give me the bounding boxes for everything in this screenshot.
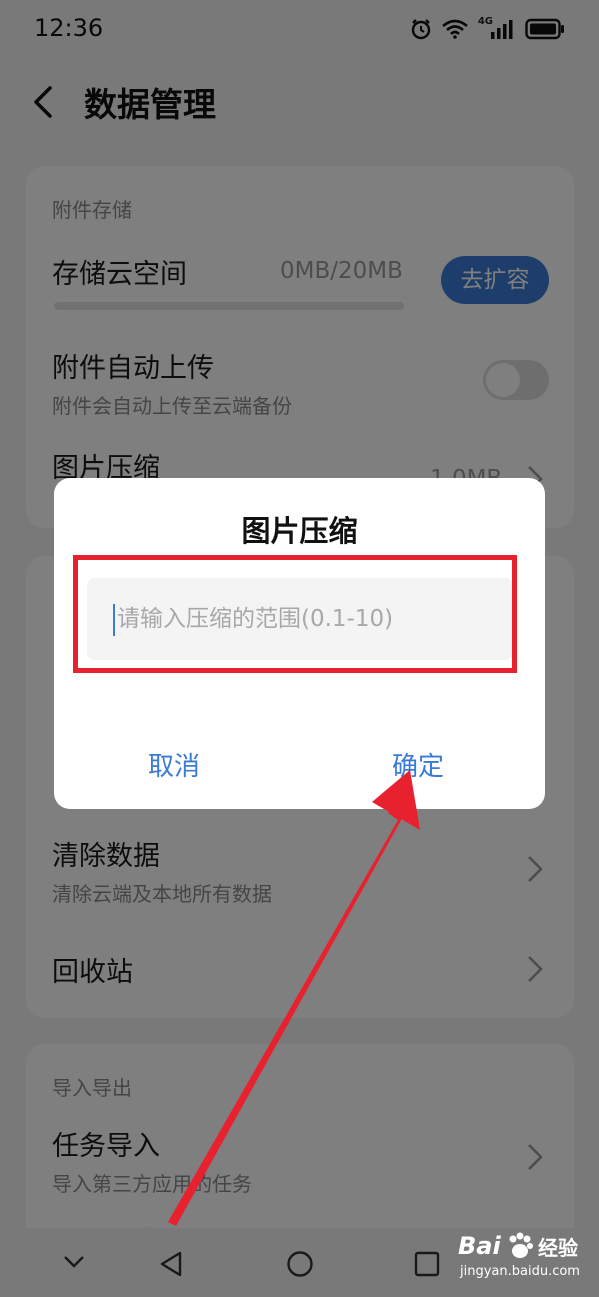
watermark-brand: Bai [458,1232,501,1260]
highlight-annotation-box [73,555,517,673]
watermark-url: jingyan.baidu.com [460,1264,580,1279]
dialog-title: 图片压缩 [241,514,358,548]
confirm-button[interactable]: 确定 [392,746,444,783]
watermark-jingyan: 经验 [538,1236,578,1260]
baidu-watermark: Bai 经验 jingyan.baidu.com [458,1230,598,1290]
cancel-button[interactable]: 取消 [148,746,200,783]
paw-icon [509,1232,533,1258]
